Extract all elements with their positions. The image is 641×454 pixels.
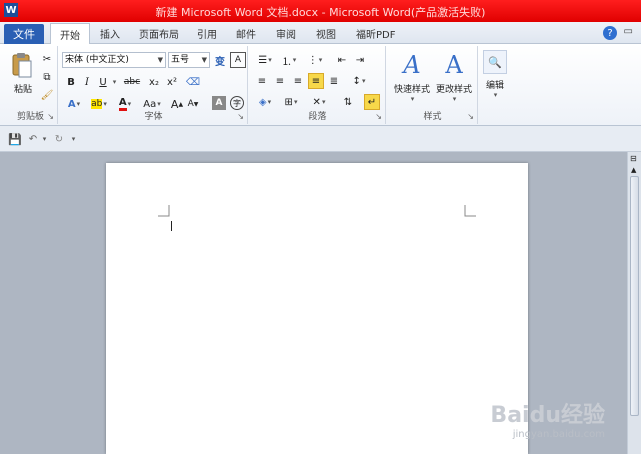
undo-dropdown-icon[interactable]: ▾ bbox=[40, 132, 48, 146]
align-right-icon[interactable]: ≡ bbox=[290, 73, 306, 89]
watermark: Baidu经验 jingyan.baidu.com bbox=[490, 397, 605, 440]
change-styles-icon[interactable]: A bbox=[436, 50, 472, 80]
tab-view[interactable]: 视图 bbox=[316, 26, 336, 41]
format-painter-icon[interactable]: 🖌 bbox=[40, 88, 54, 102]
tab-references[interactable]: 引用 bbox=[197, 26, 217, 41]
styles-group-label: 样式 bbox=[423, 112, 442, 122]
increase-indent-icon[interactable]: ⇥ bbox=[352, 52, 368, 68]
paragraph-group-label: 段落 bbox=[308, 112, 327, 122]
align-left-icon[interactable]: ≡ bbox=[254, 73, 270, 89]
phonetic-guide-icon[interactable]: 变 bbox=[212, 52, 228, 68]
editing-dropdown-icon[interactable]: ▾ bbox=[491, 90, 499, 100]
margin-corner-top-right bbox=[464, 205, 476, 217]
group-editing: 🔍 编辑 ▾ bbox=[480, 46, 510, 124]
copy-icon[interactable]: ⧉ bbox=[40, 70, 54, 84]
undo-icon[interactable]: ↶ bbox=[26, 132, 40, 146]
repeat-icon[interactable]: ↻ bbox=[52, 132, 66, 146]
character-border-icon[interactable]: A bbox=[230, 52, 246, 68]
tab-home[interactable]: 开始 bbox=[50, 23, 90, 45]
enclose-characters-icon[interactable]: 字 bbox=[230, 96, 244, 110]
vertical-scrollbar[interactable]: ⊟ ▲ bbox=[627, 152, 641, 454]
watermark-line1: Baidu经验 bbox=[490, 403, 605, 428]
change-case-glyph: Aa bbox=[143, 98, 157, 110]
shading-button[interactable]: ◈ ▾ bbox=[254, 94, 276, 110]
quick-styles-dropdown-icon[interactable]: ▾ bbox=[408, 94, 416, 104]
group-paragraph: ☰ ▾ ⒈ ▾ ⋮ ▾ ⇤ ⇥ ≡ ≡ ≡ ≡ ≣ ↕ ▾ ◈ ▾ ⊞ ▾ ✕ ▾ ⇅ ↵ 段… bbox=[250, 46, 386, 124]
line-spacing-button[interactable]: ↕ ▾ bbox=[348, 73, 370, 89]
highlight-glyph: ab bbox=[91, 99, 103, 109]
tab-review[interactable]: 审阅 bbox=[276, 26, 296, 41]
group-font: 宋体 (中文正文) ▼ 五号 ▼ 变 A B I U ▾ abc x₂ x² ⌫… bbox=[60, 46, 248, 124]
subscript-button[interactable]: x₂ bbox=[146, 74, 162, 90]
font-name-combobox[interactable]: 宋体 (中文正文) ▼ bbox=[62, 52, 166, 68]
text-cursor bbox=[171, 221, 172, 231]
minimize-ribbon-icon[interactable]: ▭ bbox=[624, 26, 633, 37]
scroll-thumb[interactable] bbox=[630, 176, 639, 416]
strikethrough-button[interactable]: abc bbox=[122, 74, 142, 90]
font-launcher-icon[interactable]: ↘ bbox=[237, 112, 244, 121]
font-size-value: 五号 bbox=[171, 55, 190, 65]
tab-page-layout[interactable]: 页面布局 bbox=[139, 26, 179, 41]
watermark-line2: jingyan.baidu.com bbox=[512, 429, 605, 440]
justify-icon[interactable]: ≡ bbox=[308, 73, 324, 89]
quick-styles-icon[interactable]: A bbox=[394, 50, 430, 80]
styles-launcher-icon[interactable]: ↘ bbox=[467, 112, 474, 121]
chevron-down-icon: ▼ bbox=[157, 56, 163, 64]
text-effects-glyph: A bbox=[67, 98, 76, 110]
change-styles-dropdown-icon[interactable]: ▾ bbox=[450, 94, 458, 104]
underline-dropdown-icon[interactable]: ▾ bbox=[110, 74, 118, 90]
multilevel-list-button[interactable]: ⋮ ▾ bbox=[304, 52, 326, 68]
document-page[interactable] bbox=[106, 163, 528, 454]
paste-button[interactable] bbox=[7, 48, 37, 82]
ribbon-tab-row: 文件 开始 插入 页面布局 引用 邮件 审阅 视图 福昕PDF ▭ ? bbox=[0, 22, 641, 45]
quick-access-toolbar: 💾 ↶ ▾ ↻ ▾ bbox=[0, 126, 641, 152]
show-marks-icon[interactable]: ↵ bbox=[364, 94, 380, 110]
window-title: 新建 Microsoft Word 文档.docx - Microsoft Wo… bbox=[155, 6, 486, 19]
clipboard-launcher-icon[interactable]: ↘ bbox=[47, 112, 54, 121]
tab-mailings[interactable]: 邮件 bbox=[236, 26, 256, 41]
paste-label: 粘贴 bbox=[13, 85, 32, 95]
chinese-layout-button[interactable]: ✕ ▾ bbox=[308, 94, 330, 110]
decrease-indent-icon[interactable]: ⇤ bbox=[334, 52, 350, 68]
document-area: ⊟ ▲ Baidu经验 jingyan.baidu.com bbox=[0, 152, 641, 454]
sort-icon[interactable]: ⇅ bbox=[340, 94, 356, 110]
tab-insert[interactable]: 插入 bbox=[100, 26, 120, 41]
cut-icon[interactable]: ✂ bbox=[40, 52, 54, 66]
paragraph-launcher-icon[interactable]: ↘ bbox=[375, 112, 382, 121]
superscript-button[interactable]: x² bbox=[164, 74, 180, 90]
font-group-label: 字体 bbox=[144, 112, 163, 122]
ribbon: 粘贴 ✂ ⧉ 🖌 剪贴板 ↘ 宋体 (中文正文) ▼ 五号 ▼ 变 A B I … bbox=[0, 44, 641, 126]
paste-icon bbox=[12, 53, 32, 78]
clear-formatting-icon[interactable]: ⌫ bbox=[184, 74, 202, 90]
help-icon[interactable]: ? bbox=[603, 26, 617, 40]
underline-button[interactable]: U bbox=[96, 74, 110, 90]
borders-button[interactable]: ⊞ ▾ bbox=[280, 94, 302, 110]
save-icon[interactable]: 💾 bbox=[8, 132, 22, 146]
tab-file[interactable]: 文件 bbox=[4, 24, 44, 44]
bullets-button[interactable]: ☰ ▾ bbox=[254, 52, 276, 68]
font-name-value: 宋体 (中文正文) bbox=[65, 55, 129, 65]
italic-button[interactable]: I bbox=[80, 74, 94, 90]
ruler-toggle-icon[interactable]: ⊟ bbox=[630, 154, 637, 163]
group-styles: A 快速样式 ▾ A 更改样式 ▾ 样式 ↘ bbox=[388, 46, 478, 124]
title-bar: W 新建 Microsoft Word 文档.docx - Microsoft … bbox=[0, 0, 641, 22]
numbering-button[interactable]: ⒈ ▾ bbox=[278, 52, 300, 68]
align-center-icon[interactable]: ≡ bbox=[272, 73, 288, 89]
character-shading-icon[interactable]: A bbox=[212, 96, 226, 110]
scroll-up-icon[interactable]: ▲ bbox=[631, 166, 636, 174]
font-size-combobox[interactable]: 五号 ▼ bbox=[168, 52, 210, 68]
bold-button[interactable]: B bbox=[64, 74, 78, 90]
find-icon[interactable]: 🔍 bbox=[483, 50, 507, 74]
chevron-down-icon: ▼ bbox=[201, 56, 207, 64]
distributed-icon[interactable]: ≣ bbox=[326, 73, 342, 89]
group-clipboard: 粘贴 ✂ ⧉ 🖌 剪贴板 ↘ bbox=[4, 46, 58, 124]
tab-foxit-pdf[interactable]: 福昕PDF bbox=[356, 26, 395, 41]
margin-corner-top-left bbox=[158, 205, 170, 217]
customize-qat-icon[interactable]: ▾ bbox=[68, 132, 78, 146]
